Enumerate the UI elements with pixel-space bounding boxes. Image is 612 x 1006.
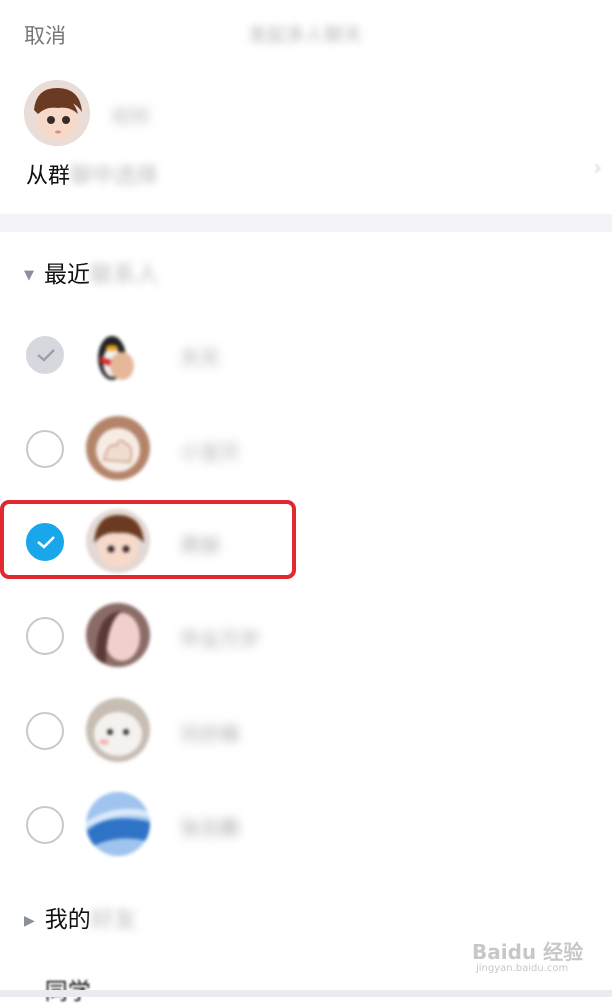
section-recent-contacts[interactable]: ▼ 最近联系人 bbox=[24, 255, 159, 289]
triangle-right-icon: ▶ bbox=[24, 913, 35, 929]
contact-row[interactable]: 天天 bbox=[0, 310, 612, 404]
watermark-url: jingyan.baidu.com bbox=[476, 963, 569, 974]
self-avatar bbox=[24, 80, 90, 146]
contact-checkbox[interactable] bbox=[26, 712, 64, 750]
contact-row[interactable]: 刘亦姝 bbox=[0, 686, 612, 780]
select-from-group-label: 从群 bbox=[26, 164, 71, 189]
section-friends-label-blurred: 好友 bbox=[90, 907, 137, 933]
blue-abstract-avatar-icon bbox=[86, 792, 150, 856]
contact-name: 刘亦姝 bbox=[180, 722, 240, 746]
contact-checkbox[interactable] bbox=[26, 430, 64, 468]
contact-name: 张志鹏 bbox=[180, 816, 240, 840]
contact-checkbox[interactable] bbox=[26, 617, 64, 655]
chevron-right-icon: › bbox=[593, 156, 602, 181]
top-bar: 取消 发起多人聊天 bbox=[0, 0, 612, 66]
watermark-brand: Baidu 经验 bbox=[472, 940, 584, 964]
cancel-button[interactable]: 取消 bbox=[24, 20, 66, 50]
bottom-bar bbox=[0, 990, 612, 997]
select-from-group-label-blurred: 聊中选择 bbox=[70, 164, 159, 189]
hand-avatar-icon bbox=[86, 416, 150, 480]
section-my-friends[interactable]: ▶ 我的好友 bbox=[24, 900, 137, 934]
hamster-avatar-icon bbox=[86, 698, 150, 762]
contact-name: 天天 bbox=[180, 346, 220, 370]
contact-row[interactable]: 毕业万岁 bbox=[0, 591, 612, 685]
contact-checkbox[interactable] bbox=[26, 336, 64, 374]
triangle-down-icon: ▼ bbox=[24, 268, 34, 283]
contact-row[interactable]: 小宝贝 bbox=[0, 404, 612, 498]
section-friends-label: 我的 bbox=[44, 907, 91, 933]
select-from-group-row[interactable]: 从群聊中选择 bbox=[26, 158, 158, 190]
section-classmates[interactable]: ▶同学 bbox=[24, 972, 91, 1006]
section-recent-label: 最近 bbox=[44, 262, 90, 288]
contact-row[interactable]: 张志鹏 bbox=[0, 780, 612, 874]
contact-name: 小宝贝 bbox=[180, 440, 240, 464]
selection-highlight-box bbox=[0, 500, 296, 579]
section-divider bbox=[0, 214, 612, 232]
section-recent-label-blurred: 联系人 bbox=[90, 262, 159, 288]
contact-name: 毕业万岁 bbox=[180, 627, 260, 651]
self-name: 昵称 bbox=[112, 106, 151, 128]
girl-avatar-icon bbox=[86, 603, 150, 667]
page-title: 发起多人聊天 bbox=[248, 24, 363, 46]
contact-checkbox[interactable] bbox=[26, 806, 64, 844]
penguin-avatar-icon bbox=[86, 322, 150, 386]
